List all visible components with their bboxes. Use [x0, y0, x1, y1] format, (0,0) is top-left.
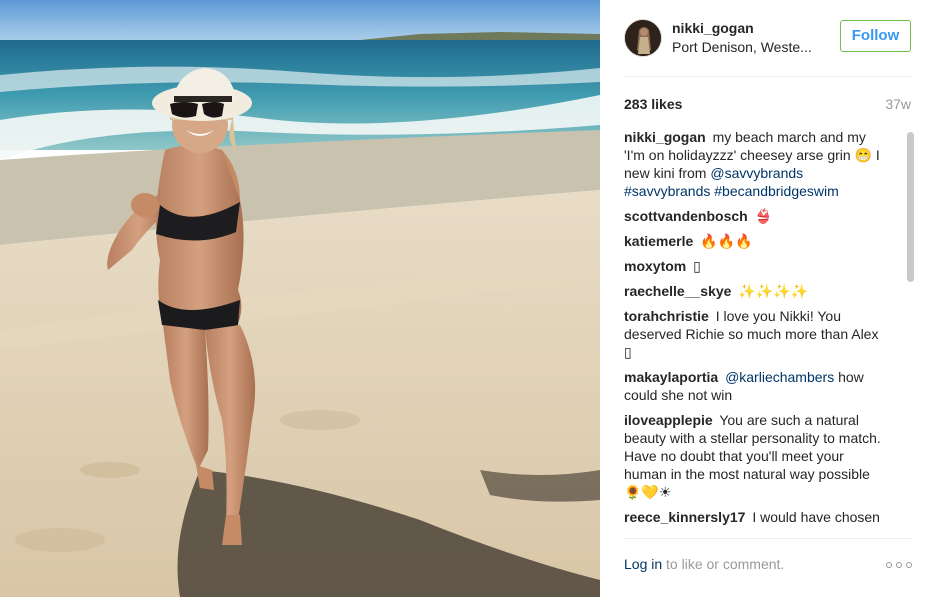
- dot-icon: [886, 562, 892, 568]
- header-divider: [624, 76, 912, 77]
- mention-link[interactable]: @savvybrands: [710, 165, 803, 181]
- mention-link[interactable]: @karliechambers: [725, 369, 834, 385]
- comment-text: 🔥🔥🔥: [700, 233, 753, 249]
- likes-count[interactable]: 283 likes: [624, 96, 682, 112]
- login-link[interactable]: Log in: [624, 556, 662, 572]
- comment-author[interactable]: nikki_gogan: [624, 129, 706, 145]
- comment-author[interactable]: scottvandenbosch: [624, 208, 748, 224]
- comment-list: nikki_gogan my beach march and my 'I'm o…: [624, 128, 886, 526]
- user-info: nikki_gogan Port Denison, Weste...: [672, 19, 837, 56]
- list-item: torahchristie I love you Nikki! You dese…: [624, 307, 886, 361]
- username-link[interactable]: nikki_gogan: [672, 19, 837, 37]
- list-item: iloveapplepie You are such a natural bea…: [624, 411, 886, 501]
- hashtag-links[interactable]: #savvybrands #becandbridgeswim: [624, 183, 839, 199]
- comment-author[interactable]: iloveapplepie: [624, 412, 713, 428]
- comment-author[interactable]: reece_kinnersly17: [624, 509, 745, 525]
- dot-icon: [896, 562, 902, 568]
- comment-author[interactable]: moxytom: [624, 258, 686, 274]
- comment-text: ✨✨✨✨: [738, 283, 809, 299]
- follow-button[interactable]: Follow: [840, 20, 911, 52]
- post-dialog: nikki_gogan Port Denison, Weste... Follo…: [0, 0, 935, 597]
- comment-author[interactable]: torahchristie: [624, 308, 709, 324]
- comment-text: ▯: [693, 258, 701, 274]
- more-options-icon[interactable]: [886, 558, 912, 572]
- comments-section[interactable]: nikki_gogan my beach march and my 'I'm o…: [624, 128, 914, 530]
- comment-author[interactable]: raechelle__skye: [624, 283, 731, 299]
- login-prompt-text: to like or comment.: [666, 556, 785, 572]
- user-avatar[interactable]: [624, 19, 662, 57]
- list-item: reece_kinnersly17 I would have chosen: [624, 508, 886, 526]
- scrollbar-thumb[interactable]: [907, 132, 914, 282]
- likes-row: 283 likes 37w: [624, 95, 912, 113]
- list-item: moxytom ▯: [624, 257, 886, 275]
- avatar-icon: [625, 20, 661, 56]
- list-item: raechelle__skye ✨✨✨✨: [624, 282, 886, 300]
- comments-scrollbar[interactable]: [907, 128, 914, 530]
- comment-author[interactable]: katiemerle: [624, 233, 693, 249]
- caption: nikki_gogan my beach march and my 'I'm o…: [624, 128, 886, 200]
- beach-photo-image: [0, 0, 600, 597]
- list-item: katiemerle 🔥🔥🔥: [624, 232, 886, 250]
- comment-text: I would have chosen: [752, 509, 880, 525]
- list-item: makaylaportia @karliechambers how could …: [624, 368, 886, 404]
- post-age[interactable]: 37w: [885, 95, 911, 113]
- post-header: nikki_gogan Port Denison, Weste... Follo…: [624, 16, 912, 60]
- post-photo[interactable]: [0, 0, 600, 597]
- location-link[interactable]: Port Denison, Weste...: [672, 38, 837, 56]
- dot-icon: [906, 562, 912, 568]
- list-item: scottvandenbosch 👙: [624, 207, 886, 225]
- comment-author[interactable]: makaylaportia: [624, 369, 718, 385]
- comment-text: 👙: [754, 208, 773, 224]
- footer-divider: [624, 538, 912, 539]
- post-side-panel: nikki_gogan Port Denison, Weste... Follo…: [600, 0, 935, 597]
- post-footer: Log in to like or comment.: [624, 555, 912, 575]
- login-prompt: Log in to like or comment.: [624, 556, 784, 572]
